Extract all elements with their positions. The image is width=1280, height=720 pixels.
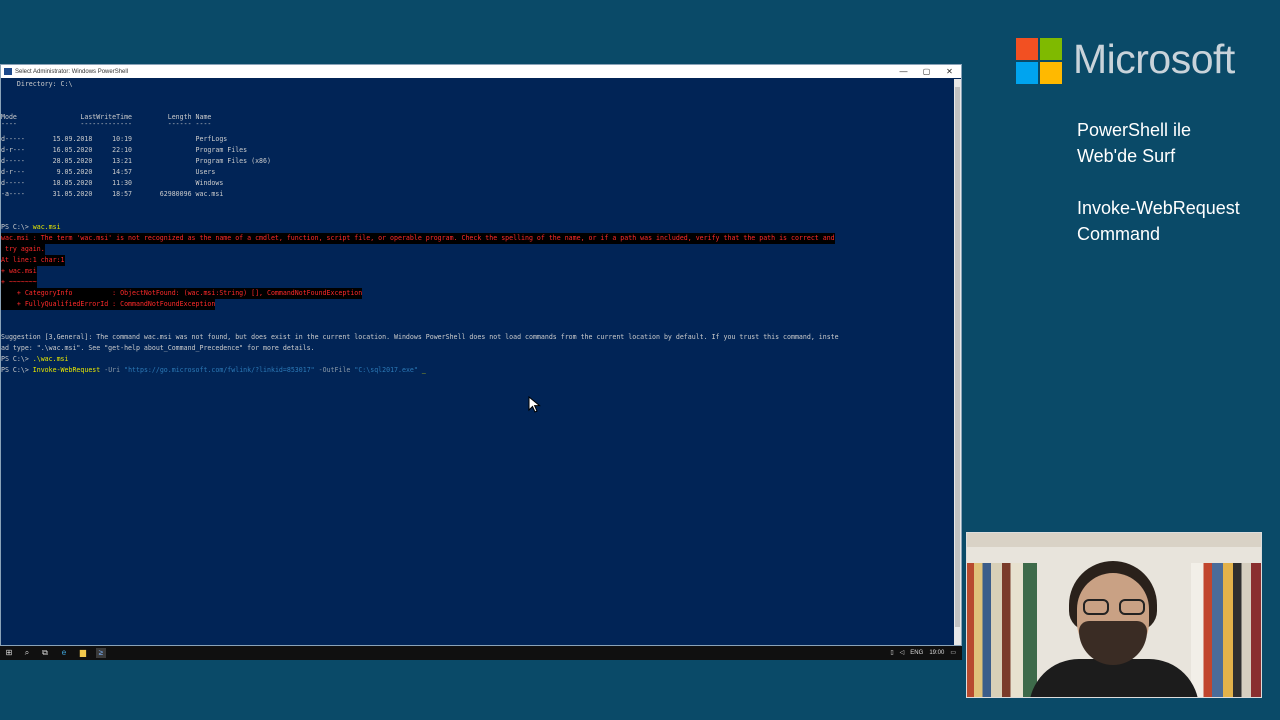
listing-row: d----- 18.05.2020 11:30 Windows (1, 179, 224, 187)
directory-line: Directory: C:\ (1, 80, 73, 88)
prompt: PS C:\> (1, 366, 33, 374)
logo-square-yellow (1040, 62, 1062, 84)
task-view-icon[interactable]: ⧉ (40, 648, 50, 658)
logo-square-green (1040, 38, 1062, 60)
text-cursor: _ (417, 366, 426, 374)
logo-square-red (1016, 38, 1038, 60)
volume-icon[interactable]: ◁ (900, 648, 905, 658)
listing-separator: ---- ------------- ------ ---- (1, 120, 212, 128)
suggestion-line: ad type: ".\wac.msi". See "get-help abou… (1, 344, 315, 352)
slide-subtitle-line-2: Command (1077, 224, 1161, 244)
listing-row: -a---- 31.05.2020 18:57 62980096 wac.msi (1, 190, 224, 198)
microsoft-logo-icon (1016, 38, 1063, 85)
window-controls: — ▢ ✕ (892, 65, 961, 78)
window-title: Select Administrator: Windows PowerShell (15, 68, 129, 75)
error-line: try again. (1, 244, 45, 255)
command-name: Invoke-WebRequest (32, 366, 101, 374)
error-line: + CategoryInfo : ObjectNotFound: (wac.ms… (1, 288, 363, 299)
error-line: + wac.msi (1, 266, 37, 277)
file-explorer-icon[interactable]: ▆ (78, 648, 88, 658)
glasses-left-lens (1083, 599, 1109, 615)
listing-row: d-r--- 16.05.2020 22:10 Program Files (1, 146, 248, 154)
shelf (967, 533, 1261, 547)
path-argument: "C:\sql2017.exe" (354, 366, 418, 374)
start-icon[interactable]: ⊞ (4, 648, 14, 658)
powershell-taskbar-icon[interactable]: ≥ (96, 648, 106, 658)
powershell-window[interactable]: Select Administrator: Windows PowerShell… (0, 64, 962, 646)
minimize-button[interactable]: — (892, 65, 915, 78)
bookshelf-right (1191, 563, 1261, 697)
clock[interactable]: 19:00 (929, 648, 944, 658)
system-tray: ▯ ◁ ENG 19:00 ▭ (890, 648, 956, 658)
prompt-line-1: PS C:\> wac.msi (1, 222, 61, 233)
logo-square-blue (1016, 62, 1038, 84)
prompt-line-2: PS C:\> .\wac.msi (1, 354, 69, 365)
error-line: + ~~~~~~~ (1, 277, 37, 288)
network-icon[interactable]: ▯ (890, 648, 893, 658)
command-text: wac.msi (32, 223, 61, 231)
webcam-video (966, 532, 1262, 698)
slide-title-line-1: PowerShell ile (1077, 120, 1192, 140)
language-indicator[interactable]: ENG (910, 648, 923, 658)
scrollbar-thumb[interactable] (955, 87, 960, 627)
maximize-button[interactable]: ▢ (915, 65, 938, 78)
close-button[interactable]: ✕ (938, 65, 961, 78)
title-bar[interactable]: Select Administrator: Windows PowerShell… (1, 65, 961, 78)
command-text: .\wac.msi (32, 355, 69, 363)
slide-subtitle-line-1: Invoke-WebRequest (1077, 198, 1240, 218)
microsoft-wordmark: Microsoft (1073, 36, 1235, 82)
listing-row: d-r--- 9.05.2020 14:57 Users (1, 168, 216, 176)
glasses-right-lens (1119, 599, 1145, 615)
slide-title-line-2: Web'de Surf (1077, 146, 1176, 166)
mouse-pointer-icon (528, 396, 541, 413)
internet-explorer-icon[interactable]: e (59, 648, 69, 658)
listing-row: d----- 28.05.2020 13:21 Program Files (x… (1, 157, 271, 165)
prompt: PS C:\> (1, 355, 33, 363)
vertical-scrollbar[interactable] (954, 79, 961, 645)
parameter-outfile: -OutFile (314, 366, 355, 374)
parameter-uri: -Uri (100, 366, 125, 374)
error-line: At line:1 char:1 (1, 255, 65, 266)
console-output[interactable]: Directory: C:\ Mode LastWriteTime Length… (1, 79, 955, 645)
suggestion-line: Suggestion [3,General]: The command wac.… (1, 333, 839, 341)
notifications-icon[interactable]: ▭ (950, 648, 956, 658)
bookshelf-left (967, 563, 1037, 697)
url-argument: "https://go.microsoft.com/fwlink/?linkid… (124, 366, 315, 374)
error-line: + FullyQualifiedErrorId : CommandNotFoun… (1, 299, 216, 310)
powershell-app-icon (4, 68, 12, 75)
listing-row: d----- 15.09.2018 10:19 PerfLogs (1, 135, 228, 143)
taskbar: ⊞ ⌕ ⧉ e ▆ ≥ ▯ ◁ ENG 19:00 ▭ (0, 646, 962, 660)
prompt: PS C:\> (1, 223, 33, 231)
prompt-line-3[interactable]: PS C:\> Invoke-WebRequest -Uri "https://… (1, 365, 426, 376)
search-icon[interactable]: ⌕ (22, 648, 32, 658)
error-line: wac.msi : The term 'wac.msi' is not reco… (1, 233, 835, 244)
